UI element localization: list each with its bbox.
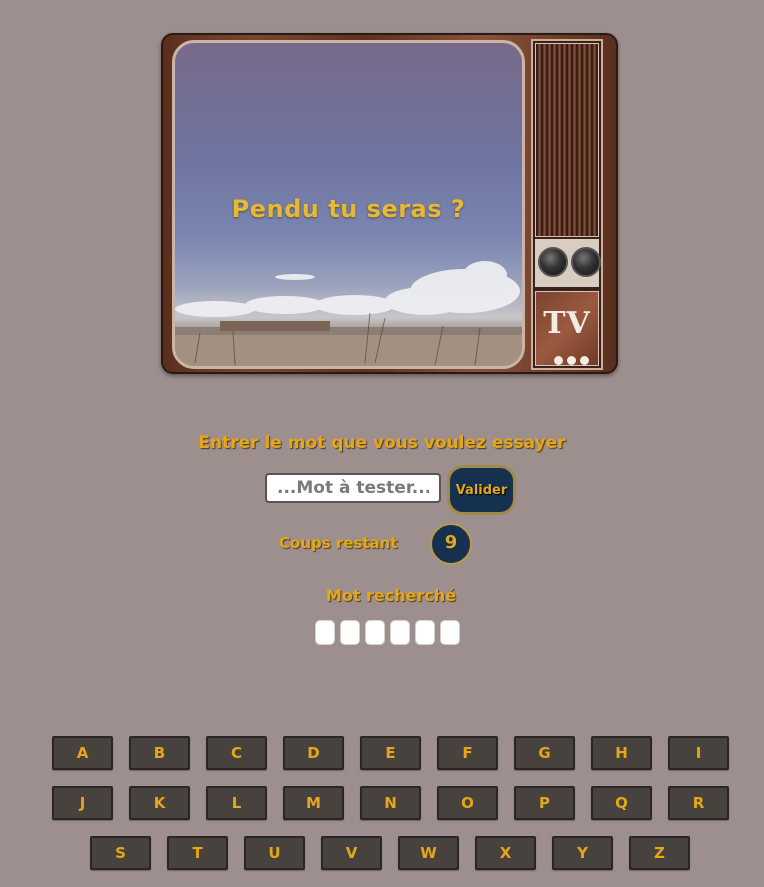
key-n[interactable]: N [360, 786, 421, 820]
key-m[interactable]: M [283, 786, 344, 820]
key-p[interactable]: P [514, 786, 575, 820]
key-d[interactable]: D [283, 736, 344, 770]
letter-slot [390, 620, 410, 645]
tv-badge: TV [535, 291, 599, 366]
key-f[interactable]: F [437, 736, 498, 770]
key-v[interactable]: V [321, 836, 382, 870]
guess-prompt: Entrer le mot que vous voulez essayer [198, 433, 566, 453]
validate-button[interactable]: Valider [447, 465, 516, 515]
letter-slot [315, 620, 335, 645]
tv-dots [554, 350, 593, 369]
key-c[interactable]: C [206, 736, 267, 770]
tv-screen: Pendu tu seras ? [172, 40, 525, 369]
key-g[interactable]: G [514, 736, 575, 770]
knob-panel [535, 239, 601, 287]
key-r[interactable]: R [668, 786, 729, 820]
letter-slot [415, 620, 435, 645]
tv-side-panel: TV [531, 39, 603, 370]
key-j[interactable]: J [52, 786, 113, 820]
letter-slot [340, 620, 360, 645]
retro-tv-frame: Pendu tu seras ? TV [161, 33, 618, 374]
key-q[interactable]: Q [591, 786, 652, 820]
tv-logo: TV [543, 306, 591, 341]
letter-slot [365, 620, 385, 645]
key-t[interactable]: T [167, 836, 228, 870]
target-word-label: Mot recherché [325, 586, 457, 605]
key-o[interactable]: O [437, 786, 498, 820]
key-i[interactable]: I [668, 736, 729, 770]
key-k[interactable]: K [129, 786, 190, 820]
key-y[interactable]: Y [552, 836, 613, 870]
remaining-tries-label: Coups restant [279, 534, 398, 552]
key-u[interactable]: U [244, 836, 305, 870]
key-e[interactable]: E [360, 736, 421, 770]
key-b[interactable]: B [129, 736, 190, 770]
tv-knob-right [571, 247, 601, 277]
key-a[interactable]: A [52, 736, 113, 770]
word-input[interactable] [265, 473, 441, 503]
key-l[interactable]: L [206, 786, 267, 820]
key-z[interactable]: Z [629, 836, 690, 870]
key-w[interactable]: W [398, 836, 459, 870]
speaker-grille [535, 43, 599, 237]
key-x[interactable]: X [475, 836, 536, 870]
letter-slot [440, 620, 460, 645]
key-h[interactable]: H [591, 736, 652, 770]
key-s[interactable]: S [90, 836, 151, 870]
tv-knob-left [538, 247, 568, 277]
remaining-tries-count: 9 [430, 523, 472, 565]
screen-title: Pendu tu seras ? [231, 195, 466, 223]
